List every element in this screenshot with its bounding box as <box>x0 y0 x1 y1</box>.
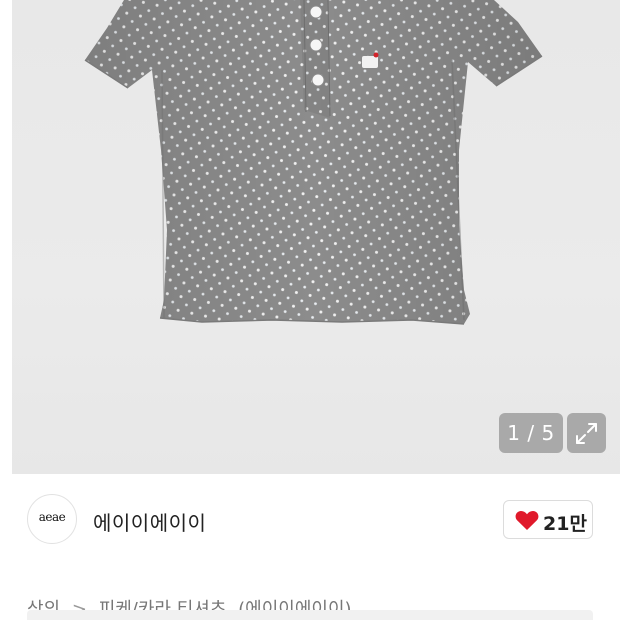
product-image-gallery[interactable]: 1 / 5 <box>12 0 620 474</box>
brand-name[interactable]: 에이이에이이 <box>93 507 206 536</box>
heart-icon <box>515 511 539 530</box>
brand-row: aeae 에이이에이이 21만 <box>0 474 620 564</box>
brand-logo[interactable]: aeae <box>27 494 77 544</box>
expand-image-button[interactable] <box>567 413 606 453</box>
product-image <box>84 0 543 325</box>
like-count: 21만 <box>543 513 587 535</box>
expand-icon <box>576 423 597 444</box>
product-page: 1 / 5 aeae 에이이에이이 21만 상의 > 피케/카라 티셔츠 (에이… <box>0 0 620 620</box>
image-counter: 1 / 5 <box>499 413 563 453</box>
like-button[interactable]: 21만 <box>503 500 593 539</box>
brand-logo-text: aeae <box>38 510 66 524</box>
content-panel-edge <box>27 610 593 620</box>
